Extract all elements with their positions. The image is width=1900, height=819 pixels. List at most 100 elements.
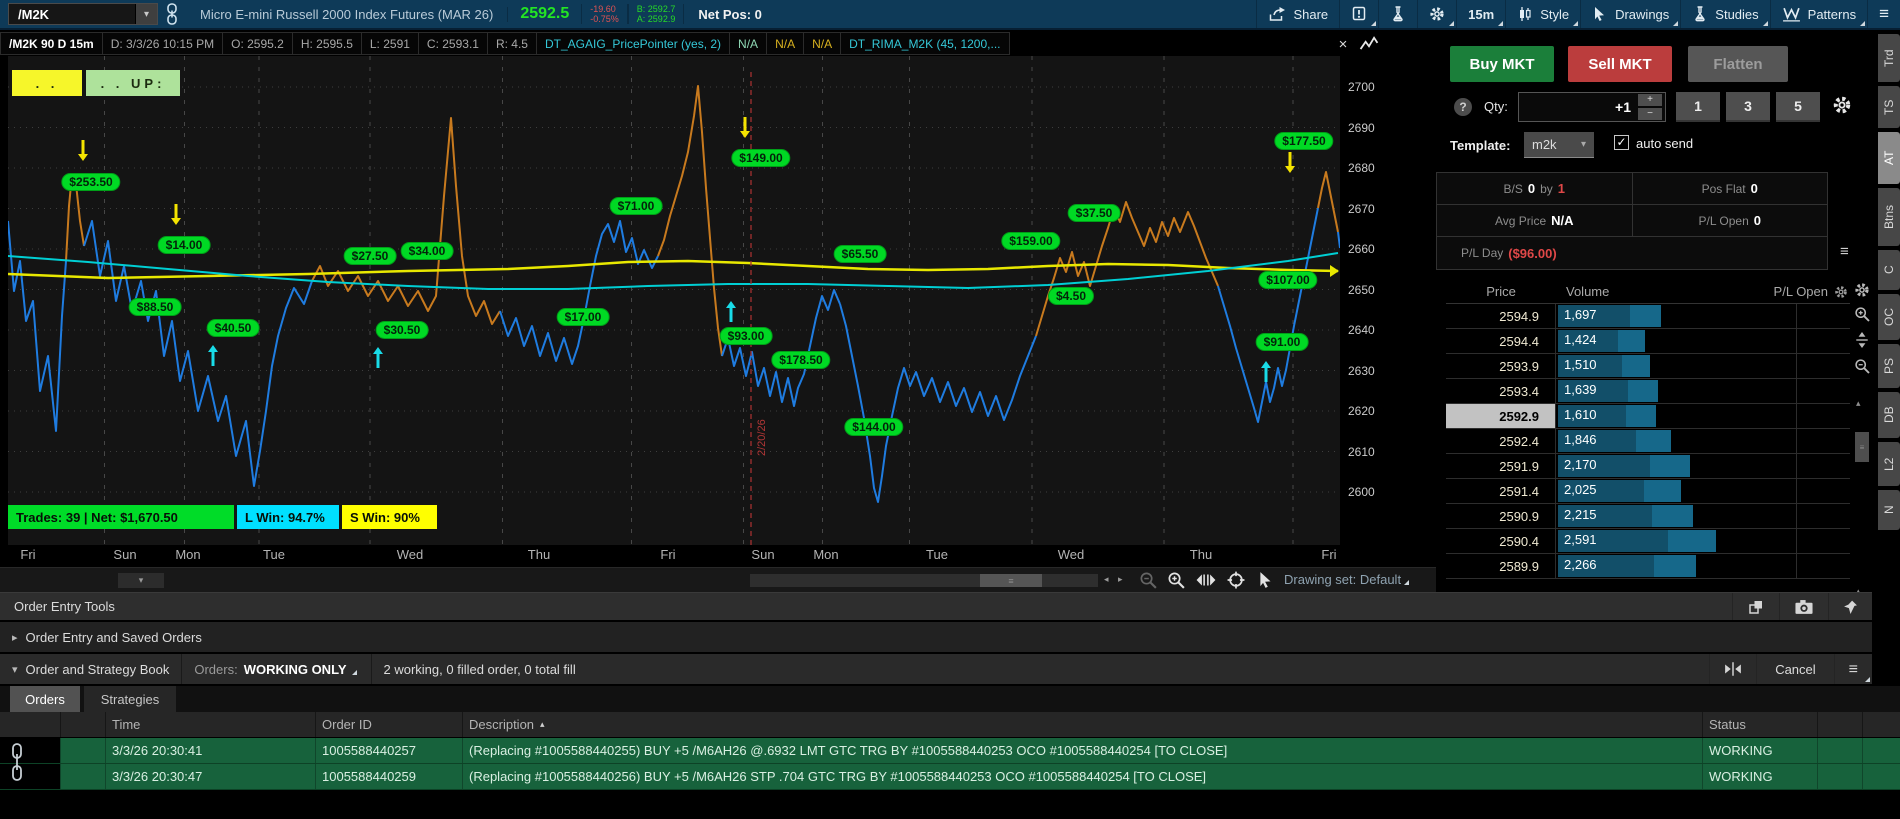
symbol-input[interactable]: /M2K ▾ <box>8 3 158 25</box>
ladder-price[interactable]: 2593.9 <box>1446 354 1556 378</box>
ladder-row[interactable]: 2594.41,424 <box>1446 329 1850 354</box>
ladder-gear-icon[interactable] <box>1834 285 1848 299</box>
ladder-zoom-out-icon[interactable] <box>1854 358 1870 374</box>
ladder-volume-cell[interactable]: 2,215 <box>1556 504 1850 528</box>
drawing-set-selector[interactable]: Drawing set: Default <box>1284 572 1411 587</box>
ladder-scroll-handle[interactable]: ≡ <box>1855 432 1869 462</box>
order-row[interactable]: 3/3/26 20:30:471005588440259(Replacing #… <box>0 764 1900 790</box>
order-entry-saved-orders-bar[interactable]: ▸ Order Entry and Saved Orders <box>0 622 1872 652</box>
side-tab-db[interactable]: DB <box>1878 392 1900 438</box>
ladder-row[interactable]: 2591.92,170 <box>1446 454 1850 479</box>
studies-button[interactable]: Studies <box>1680 0 1769 28</box>
price-column-header[interactable]: Price <box>1446 284 1556 299</box>
volume-column-header[interactable]: Volume <box>1556 284 1686 299</box>
ladder-settings-icon[interactable] <box>1854 282 1870 298</box>
ladder-price[interactable]: 2593.4 <box>1446 379 1556 403</box>
ladder-scroll-up-icon[interactable]: ▴ <box>1856 398 1861 409</box>
side-tab-trd[interactable]: Trd <box>1878 34 1900 82</box>
ladder-volume-cell[interactable]: 2,170 <box>1556 454 1850 478</box>
auto-send-checkbox[interactable]: ✓ <box>1614 135 1629 150</box>
time-axis[interactable]: FriSunMonTueWedThuFriSunMonTueWedThuFri <box>8 546 1340 566</box>
scroll-right-icon[interactable]: ▸ <box>1118 574 1123 585</box>
chart-line-icon[interactable] <box>1358 35 1380 53</box>
ladder-volume-cell[interactable]: 1,510 <box>1556 354 1850 378</box>
chart-settings-button[interactable] <box>1417 0 1456 28</box>
side-tab-at[interactable]: AT <box>1878 132 1900 184</box>
alerts-button[interactable] <box>1339 0 1378 28</box>
drawings-button[interactable]: Drawings <box>1580 0 1680 28</box>
ladder-center-icon[interactable] <box>1854 332 1870 348</box>
patterns-button[interactable]: Patterns <box>1770 0 1867 28</box>
sell-market-button[interactable]: Sell MKT <box>1568 46 1672 82</box>
ladder-price[interactable]: 2594.4 <box>1446 329 1556 353</box>
side-tab-ps[interactable]: PS <box>1878 344 1900 388</box>
chart-canvas[interactable] <box>8 56 1340 545</box>
side-tab-n[interactable]: N <box>1878 490 1900 530</box>
timeframe-button[interactable]: 15m <box>1456 0 1505 28</box>
ladder-price[interactable]: 2590.4 <box>1446 529 1556 553</box>
ladder-price[interactable]: 2594.9 <box>1446 304 1556 328</box>
ladder-row[interactable]: 2589.92,266 <box>1446 554 1850 579</box>
side-tab-c[interactable]: C <box>1878 250 1900 290</box>
flatten-button[interactable]: Flatten <box>1688 46 1788 82</box>
share-button[interactable]: Share <box>1256 0 1339 28</box>
ladder-volume-cell[interactable]: 1,424 <box>1556 329 1850 353</box>
help-icon[interactable]: ? <box>1454 98 1472 116</box>
col-time[interactable]: Time <box>105 712 315 737</box>
side-tab-oc[interactable]: OC <box>1878 294 1900 340</box>
book-menu-icon[interactable]: ≡ <box>1849 661 1858 677</box>
ladder-row[interactable]: 2592.41,846 <box>1446 429 1850 454</box>
order-strategy-book-bar[interactable]: ▾ Order and Strategy Book Orders: WORKIN… <box>0 654 1872 684</box>
qty-preset-1[interactable]: 1 <box>1676 92 1720 122</box>
price-axis[interactable]: 2700269026802670266026502640263026202610… <box>1341 56 1428 545</box>
cancel-button[interactable]: Cancel <box>1775 662 1815 677</box>
ladder-price[interactable]: 2591.4 <box>1446 479 1556 503</box>
order-entry-tools-bar[interactable]: Order Entry Tools <box>0 592 1872 620</box>
qty-preset-3[interactable]: 3 <box>1726 92 1770 122</box>
scrollbar-handle[interactable]: ≡ <box>980 574 1042 587</box>
crosshair-icon[interactable] <box>1226 571 1246 589</box>
ladder-row[interactable]: 2592.91,610 <box>1446 404 1850 429</box>
ladder-volume-cell[interactable]: 1,697 <box>1556 304 1850 328</box>
ladder-row[interactable]: 2593.91,510 <box>1446 354 1850 379</box>
panel-grip[interactable]: ▾ <box>118 573 164 588</box>
qty-decrease-button[interactable]: − <box>1638 108 1662 120</box>
tab-strategies[interactable]: Strategies <box>84 686 176 712</box>
qty-gear-icon[interactable] <box>1832 95 1852 115</box>
ladder-row[interactable]: 2594.91,697 <box>1446 304 1850 329</box>
ladder-volume-cell[interactable]: 2,025 <box>1556 479 1850 503</box>
ladder-row[interactable]: 2590.42,591 <box>1446 529 1850 554</box>
side-tab-l2[interactable]: L2 <box>1878 442 1900 486</box>
pan-icon[interactable] <box>1196 571 1216 589</box>
zoom-in-icon[interactable] <box>1166 571 1186 589</box>
pointer-icon[interactable] <box>1256 571 1276 589</box>
zoom-out-icon[interactable] <box>1138 571 1158 589</box>
tab-orders[interactable]: Orders <box>10 686 80 712</box>
col-description[interactable]: Description▴ <box>462 712 1702 737</box>
ladder-price[interactable]: 2592.4 <box>1446 429 1556 453</box>
price-chart[interactable]: . .. . UP:Trades: 39 | Net: $1,670.50L W… <box>8 56 1340 545</box>
col-order-id[interactable]: Order ID <box>315 712 462 737</box>
collapse-icon[interactable]: ▾ <box>12 663 18 676</box>
qty-preset-5[interactable]: 5 <box>1776 92 1820 122</box>
orders-filter-value[interactable]: WORKING ONLY <box>244 662 359 677</box>
ladder-row[interactable]: 2591.42,025 <box>1446 479 1850 504</box>
split-view-icon[interactable] <box>1724 661 1742 677</box>
qty-increase-button[interactable]: + <box>1638 94 1662 106</box>
template-select[interactable]: m2k ▾ <box>1524 132 1594 158</box>
buy-market-button[interactable]: Buy MKT <box>1450 46 1554 82</box>
chart-menu-button[interactable]: ≡ <box>1867 0 1900 28</box>
ladder-price[interactable]: 2589.9 <box>1446 554 1556 578</box>
pl-open-column-header[interactable]: P/L Open <box>1686 284 1850 299</box>
ladder-price[interactable]: 2592.9 <box>1446 404 1556 428</box>
ladder-price[interactable]: 2590.9 <box>1446 504 1556 528</box>
ladder-volume-cell[interactable]: 1,610 <box>1556 404 1850 428</box>
close-icon[interactable]: × <box>1334 36 1352 53</box>
side-tab-btns[interactable]: Btns <box>1878 188 1900 246</box>
ladder-volume-cell[interactable]: 2,591 <box>1556 529 1850 553</box>
ladder-volume-cell[interactable]: 1,846 <box>1556 429 1850 453</box>
ladder-zoom-in-icon[interactable] <box>1854 306 1870 322</box>
chart-scrollbar[interactable]: ≡ <box>750 574 1098 587</box>
order-row[interactable]: 3/3/26 20:30:411005588440257(Replacing #… <box>0 738 1900 764</box>
style-button[interactable]: Style <box>1505 0 1580 28</box>
